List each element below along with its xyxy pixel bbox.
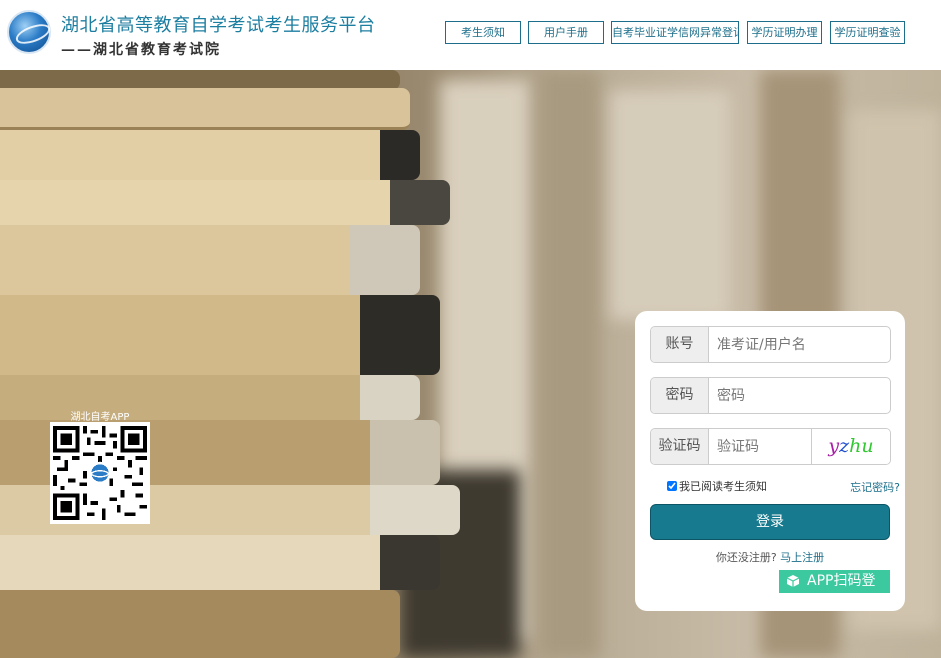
login-panel: 账号 密码 验证码 yzhu 我已阅读考生须知 忘记密码? 登录 你还没注册? … [635,311,905,611]
app-scan-login-button[interactable]: APP扫码登 [779,570,890,593]
captcha-image[interactable]: yzhu [811,429,890,464]
app-scan-login-label: APP扫码登 [807,573,876,589]
nav-certificate-apply[interactable]: 学历证明办理 [747,21,822,44]
register-link[interactable]: 马上注册 [780,551,824,564]
site-title: 湖北省高等教育自学考试考生服务平台 [61,15,376,36]
register-prompt: 你还没注册? [715,551,777,564]
app-qr-code [50,422,150,524]
nav-certificate-verify[interactable]: 学历证明查验 [830,21,905,44]
captcha-char: hu [849,435,874,457]
register-row: 你还没注册? 马上注册 [635,549,905,565]
captcha-input[interactable] [709,429,813,464]
agree-checkbox[interactable] [667,481,677,491]
password-label: 密码 [651,378,709,413]
captcha-field: 验证码 yzhu [650,428,891,465]
qr-code-image [53,426,147,520]
nav-diploma-registration[interactable]: 自考毕业证学信网异常登记 [611,21,739,44]
nav-exam-notice[interactable]: 考生须知 [445,21,521,44]
cube-icon [786,575,800,587]
logo-icon [7,10,51,54]
site-subtitle: ——湖北省教育考试院 [61,42,221,58]
account-input[interactable] [709,327,890,362]
password-field: 密码 [650,377,891,414]
nav-user-manual[interactable]: 用户手册 [528,21,604,44]
agree-checkbox-row[interactable]: 我已阅读考生须知 [667,478,767,494]
captcha-label: 验证码 [651,429,709,464]
header: 湖北省高等教育自学考试考生服务平台 ——湖北省教育考试院 考生须知 用户手册 自… [0,0,941,70]
captcha-char: z [839,435,850,457]
captcha-char: y [828,435,840,457]
login-button[interactable]: 登录 [650,504,890,540]
account-label: 账号 [651,327,709,362]
account-field: 账号 [650,326,891,363]
password-input[interactable] [709,378,890,413]
forgot-password-link[interactable]: 忘记密码? [850,479,900,495]
qr-label: 湖北自考APP [70,412,130,423]
agree-text: 我已阅读考生须知 [679,480,767,493]
